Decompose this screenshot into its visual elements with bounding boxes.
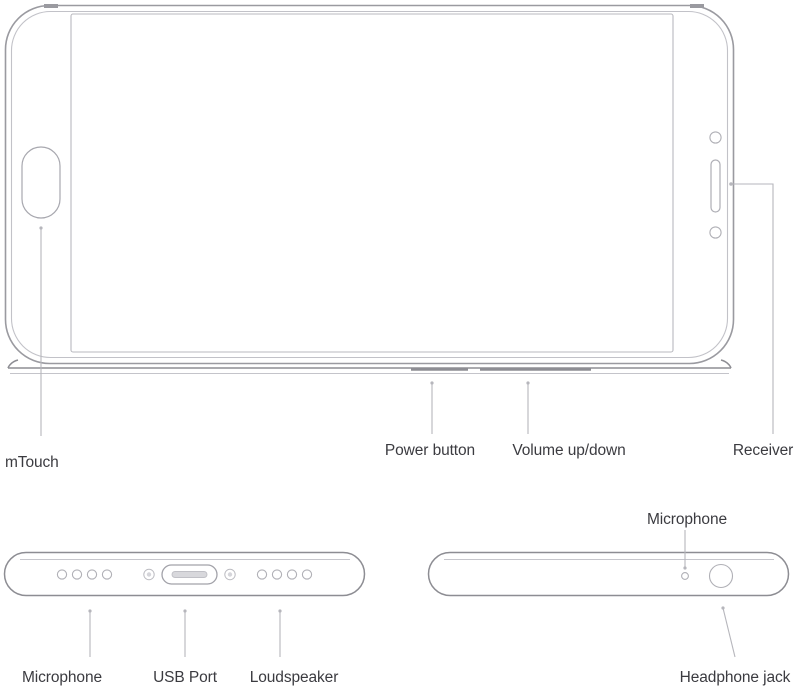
top-edge-body [427,551,790,597]
callout-label-microphone-bottom: Microphone [22,669,102,686]
callout-label-receiver: Receiver [733,442,793,459]
callout-label-volume: Volume up/down [512,442,625,459]
leader-line-headphone-jack [722,607,736,658]
callout-label-power-button: Power button [385,442,475,459]
leader-line-receiver [731,183,774,434]
screw-center [146,572,152,577]
screw-left [143,568,155,581]
callout-label-usb-port: USB Port [153,669,218,686]
loudspeaker-hole [301,569,313,580]
microphone-hole [86,569,98,580]
screw-center [227,572,233,577]
leader-receiver [729,182,774,434]
side-rail-corner-right [720,359,732,369]
diagram-canvas: mTouch Power button Volume up/down Recei… [3,4,793,686]
side-rail-corner-left [7,359,19,369]
headphone-jack[interactable] [708,563,734,589]
loudspeaker-hole [256,569,268,580]
usb-port-inner [171,571,208,578]
microphone-hole [71,569,83,580]
mtouch-home-button[interactable] [21,146,61,219]
top-rail-tick-right [690,4,704,8]
bottom-edge-view: Microphone USB Port Loudspeaker [3,551,366,686]
front-camera [709,131,722,144]
loudspeaker-hole [271,569,283,580]
leader-usb-port [183,609,187,657]
screw-right [224,568,236,581]
callout-label-microphone-top: Microphone [647,511,727,528]
leader-power-button [430,381,434,434]
phone-hardware-diagram: mTouch Power button Volume up/down Recei… [0,0,794,694]
top-rail-tick-left [44,4,58,8]
microphone-hole [681,572,689,580]
loudspeaker-hole [286,569,298,580]
front-view: mTouch Power button Volume up/down Recei… [4,4,793,471]
earpiece-receiver-slot [710,159,721,213]
leader-headphone-jack [721,606,736,658]
microphone-hole [56,569,68,580]
proximity-sensor [709,226,722,239]
display-screen[interactable] [70,13,674,353]
leader-volume [526,381,530,434]
leader-loudspeaker [278,609,282,657]
callout-label-headphone-jack: Headphone jack [680,669,791,686]
callout-label-mtouch: mTouch [5,454,59,471]
microphone-hole [101,569,113,580]
top-edge-view: Microphone Headphone jack [427,511,791,686]
leader-microphone-bottom [88,609,92,657]
usb-type-c-port[interactable] [161,564,218,585]
callout-label-loudspeaker: Loudspeaker [250,669,339,686]
